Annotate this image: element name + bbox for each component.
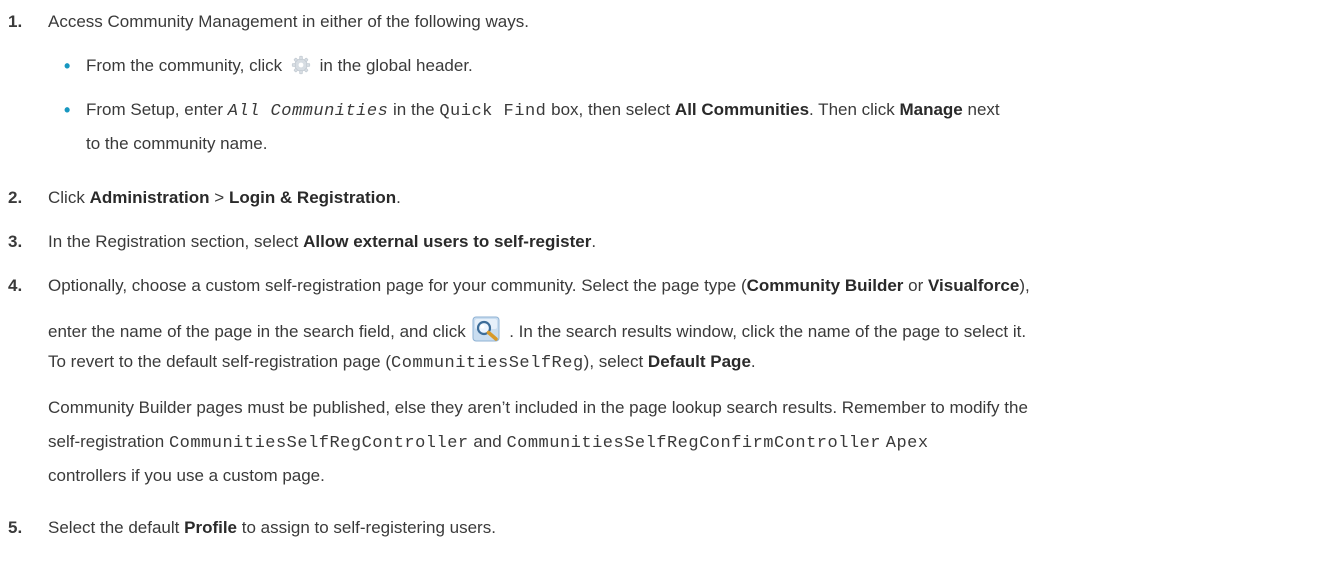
text-run: . Then click (809, 100, 895, 119)
note-text: controllers if you use a custom page. (48, 466, 325, 485)
text-run: box, then select (551, 100, 671, 119)
text-run: and (473, 432, 502, 451)
text-run: enter the name of the page in the search… (48, 322, 466, 341)
text-run: self-registration (48, 432, 165, 451)
text-run: In the Registration section, select (48, 232, 299, 251)
text-run: Click (48, 188, 85, 207)
note-text: Community Builder pages must be publishe… (48, 398, 1028, 417)
bold-text: Allow external users to self-register (303, 232, 592, 251)
text-run: in the (393, 100, 435, 119)
step-number: 2. (8, 188, 23, 207)
bold-text: Manage (899, 100, 963, 119)
text-run: Optionally, choose a custom self-registr… (48, 276, 747, 295)
text-run: To revert to the default self-registrati… (48, 352, 392, 371)
step-number: 5. (8, 518, 23, 537)
bold-text: Administration (89, 188, 210, 207)
lookup-icon[interactable] (472, 315, 502, 343)
document-page: 1. Access Community Management in either… (0, 0, 1320, 565)
text-run: From Setup, enter (86, 100, 224, 119)
bullet-icon: • (64, 100, 71, 120)
text-run: . In the search results window, click th… (509, 322, 1027, 341)
text-run: . (750, 352, 756, 371)
text-run: to assign to self-registering users. (241, 518, 496, 537)
bold-text: Login & Registration (228, 188, 397, 207)
text-run: ), select (583, 352, 644, 371)
bold-text: Visualforce (928, 276, 1020, 295)
bullet-text-part: From the community, click (86, 56, 283, 75)
text-run: . (591, 232, 597, 251)
gear-icon[interactable] (291, 52, 311, 75)
text-run: or (908, 276, 924, 295)
text-run: . (396, 188, 401, 207)
code-text: Apex (885, 434, 929, 453)
text-run: to the community name. (86, 134, 268, 153)
step-number: 1. (8, 12, 23, 31)
text-run: next (967, 100, 1000, 119)
code-text: CommunitiesSelfRegController (168, 434, 469, 453)
step-number: 3. (8, 232, 23, 251)
text-run: > (214, 188, 225, 207)
step-text: Access Community Management in either of… (48, 12, 529, 31)
code-text: CommunitiesSelfRegConfirmController (506, 434, 882, 453)
step-number: 4. (8, 276, 23, 295)
code-text: All Communities (227, 102, 389, 121)
text-run: ), (1019, 276, 1030, 295)
bullet-icon: • (64, 56, 71, 76)
bold-text: Community Builder (746, 276, 904, 295)
bold-text: All Communities (674, 100, 810, 119)
code-text: Quick Find (439, 102, 547, 121)
bold-text: Default Page (647, 352, 751, 371)
bullet-text-part: in the global header. (319, 56, 473, 75)
bold-text: Profile (184, 518, 238, 537)
text-run: Select the default (48, 518, 180, 537)
code-text: CommunitiesSelfReg (391, 354, 584, 373)
